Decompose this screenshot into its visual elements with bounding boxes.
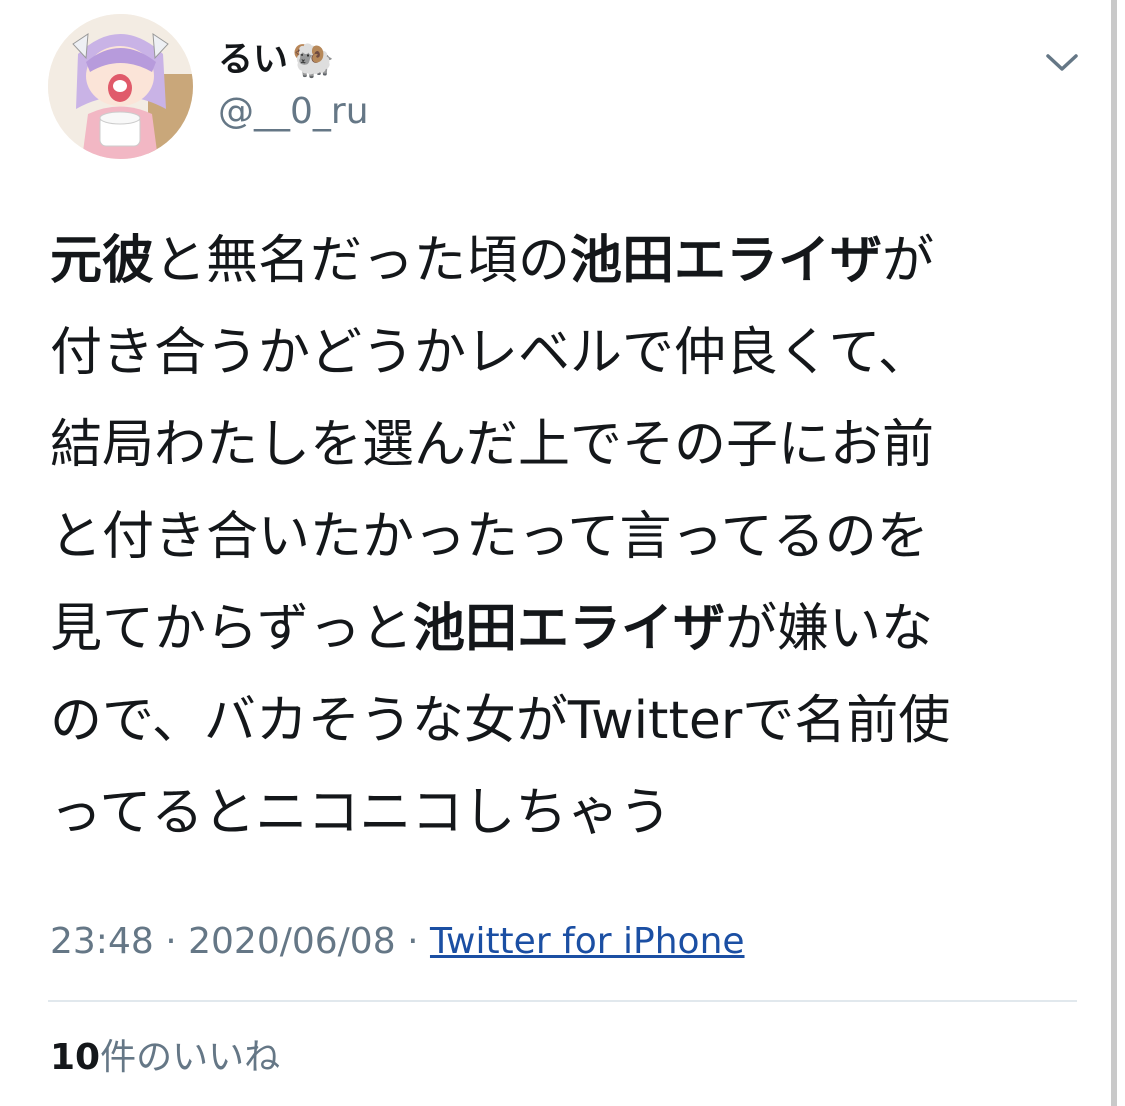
likes-number: 10 (50, 1037, 101, 1078)
tweet-text-segment: ってるとニコニコしちゃう (50, 783, 672, 843)
chevron-down-icon[interactable] (1044, 48, 1080, 76)
likes-label: 件のいいね (100, 1037, 281, 1078)
meta-separator: · (407, 921, 419, 962)
tweet-line: 元彼と無名だった頃の池田エライザが (50, 215, 1060, 307)
tweet-line: 見てからずっと池田エライザが嫌いな (50, 583, 1060, 675)
tweet-text-bold: 元彼 (50, 231, 155, 291)
tweet-line: 付き合うかどうかレベルで仲良くて、 (50, 307, 1060, 399)
tweet-text-segment: と付き合いたかったって言ってるのを (50, 507, 929, 567)
tweet-date: 2020/06/08 (188, 921, 396, 962)
meta-separator: · (165, 921, 177, 962)
tweet-text-bold: 池田エライザ (570, 231, 883, 291)
avatar[interactable] (48, 14, 193, 159)
tweet-text-segment: 結局わたしを選んだ上でその子にお前 (50, 415, 935, 475)
tweet-source-link[interactable]: Twitter for iPhone (430, 921, 745, 962)
tweet-text-segment: と無名だった頃の (154, 231, 571, 291)
tweet-meta: 23:48 · 2020/06/08 · Twitter for iPhone (50, 918, 745, 966)
scrollbar[interactable] (1111, 0, 1117, 1106)
divider (48, 1000, 1077, 1002)
tweet-text-segment: が (882, 231, 935, 291)
tweet-text-bold: 池田エライザ (412, 599, 725, 659)
display-name-text: るい (218, 40, 289, 80)
user-handle[interactable]: @__0_ru (218, 90, 369, 134)
display-name[interactable]: るい 🐏 (218, 38, 334, 82)
tweet-line: と付き合いたかったって言ってるのを (50, 491, 1060, 583)
tweet-text-segment: 付き合うかどうかレベルで仲良くて、 (50, 323, 930, 383)
tweet-time: 23:48 (50, 921, 154, 962)
tweet-line: 結局わたしを選んだ上でその子にお前 (50, 399, 1060, 491)
tweet-line: ので、バカそうな女がTwitterで名前使 (50, 675, 1060, 767)
sheep-emoji-icon: 🐏 (292, 40, 335, 80)
tweet-text-segment: 見てからずっと (50, 599, 413, 659)
tweet-text-segment: が嫌いな (724, 599, 933, 659)
tweet-text: 元彼と無名だった頃の池田エライザが 付き合うかどうかレベルで仲良くて、 結局わたしを… (50, 215, 1060, 859)
likes-count[interactable]: 10件のいいね (50, 1034, 280, 1082)
tweet-text-segment: ので、バカそうな女がTwitterで名前使 (50, 691, 951, 751)
tweet-line: ってるとニコニコしちゃう (50, 767, 1060, 859)
anime-girl-avatar-icon (48, 14, 193, 159)
